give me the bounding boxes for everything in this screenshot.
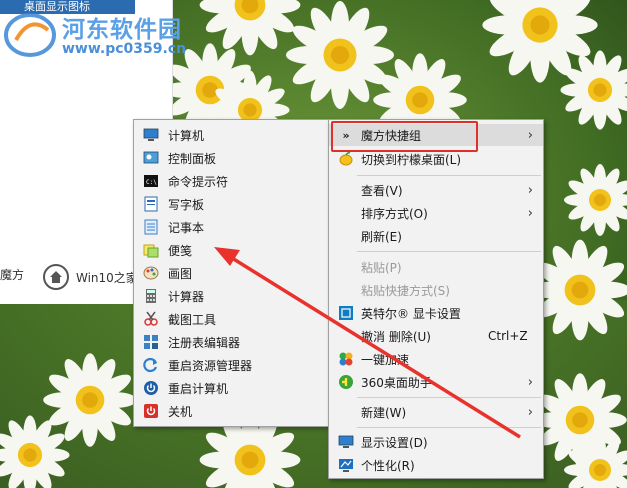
ctx-label: 排序方式(O) bbox=[361, 206, 428, 221]
ctx-label: 新建(W) bbox=[361, 405, 407, 420]
ctx-label: 粘贴快捷方式(S) bbox=[361, 283, 450, 298]
registry-editor-icon bbox=[143, 334, 159, 350]
submenu-item-computer[interactable]: 计算机 bbox=[134, 124, 329, 146]
chevron-right-icon: › bbox=[527, 205, 533, 221]
submenu-label: 注册表编辑器 bbox=[168, 335, 241, 350]
ctx-item-speedup[interactable]: 一键加速 bbox=[329, 348, 543, 370]
chevron-right-icon: › bbox=[527, 374, 533, 390]
submenu-item-cmd[interactable]: C:\ 命令提示符 bbox=[134, 170, 329, 192]
home-label[interactable]: Win10之家 bbox=[76, 269, 138, 286]
ctx-item-refresh[interactable]: 刷新(E) bbox=[329, 225, 543, 247]
ctx-label: 一键加速 bbox=[361, 352, 410, 367]
submenu-item-snipping-tool[interactable]: 截图工具 bbox=[134, 308, 329, 330]
chevron-right-icon: › bbox=[527, 182, 533, 198]
highlight-box bbox=[331, 121, 478, 152]
chevron-right-icon: › bbox=[527, 127, 533, 143]
ctx-label: 查看(V) bbox=[361, 183, 403, 198]
ctx-item-undo-delete[interactable]: 撤消 删除(U) Ctrl+Z bbox=[329, 325, 543, 347]
ctx-item-paste[interactable]: 粘贴(P) bbox=[329, 256, 543, 278]
submenu-item-control-panel[interactable]: 控制面板 bbox=[134, 147, 329, 169]
menu-separator bbox=[357, 175, 541, 176]
paint-icon bbox=[143, 265, 159, 281]
svg-text:C:\: C:\ bbox=[146, 179, 157, 186]
ctx-item-view[interactable]: 查看(V) › bbox=[329, 179, 543, 201]
ctx-label: 切换到柠檬桌面(L) bbox=[361, 152, 462, 167]
control-panel-icon bbox=[143, 150, 159, 166]
ctx-label: 英特尔® 显卡设置 bbox=[361, 306, 461, 321]
submenu-label: 写字板 bbox=[168, 197, 205, 212]
ctx-item-intel-graphics[interactable]: 英特尔® 显卡设置 bbox=[329, 302, 543, 324]
computer-icon bbox=[143, 127, 159, 143]
menu-separator bbox=[357, 251, 541, 252]
personalize-icon bbox=[338, 457, 354, 473]
ctx-label: 刷新(E) bbox=[361, 229, 402, 244]
submenu-label: 记事本 bbox=[168, 220, 205, 235]
submenu-item-calculator[interactable]: 计算器 bbox=[134, 285, 329, 307]
submenu-label: 命令提示符 bbox=[168, 174, 229, 189]
submenu-item-sticky-notes[interactable]: 便笺 bbox=[134, 239, 329, 261]
chevron-right-icon: › bbox=[527, 404, 533, 420]
desktop-context-menu: » 魔方快捷组 › 切换到柠檬桌面(L) 查看(V) › 排序方式(O) › 刷… bbox=[328, 119, 544, 479]
ctx-item-360-desktop[interactable]: 360桌面助手 › bbox=[329, 371, 543, 393]
display-settings-icon bbox=[338, 434, 354, 450]
watermark-site-name: 河东软件园 bbox=[62, 16, 182, 43]
desktop-assistant-icon bbox=[338, 374, 354, 390]
ctx-item-new[interactable]: 新建(W) › bbox=[329, 401, 543, 423]
ctx-item-sort-by[interactable]: 排序方式(O) › bbox=[329, 202, 543, 224]
ctx-item-display-settings[interactable]: 显示设置(D) bbox=[329, 431, 543, 453]
ctx-label: 粘贴(P) bbox=[361, 260, 402, 275]
submenu-label: 便笺 bbox=[168, 243, 193, 258]
ctx-label: 个性化(R) bbox=[361, 458, 415, 473]
submenu-item-restart-computer[interactable]: 重启计算机 bbox=[134, 377, 329, 399]
lemon-icon bbox=[338, 151, 354, 167]
notepad-icon bbox=[143, 219, 159, 235]
background-label: 魔方 bbox=[0, 268, 25, 282]
submenu-label: 画图 bbox=[168, 266, 193, 281]
sticky-notes-icon bbox=[143, 242, 159, 258]
submenu-label: 关机 bbox=[168, 404, 193, 419]
shortcut-label: Ctrl+Z bbox=[488, 329, 528, 343]
submenu-label: 重启资源管理器 bbox=[168, 358, 253, 373]
speedup-icon bbox=[338, 351, 354, 367]
restart-computer-icon bbox=[143, 380, 159, 396]
submenu-item-restart-explorer[interactable]: 重启资源管理器 bbox=[134, 354, 329, 376]
ctx-item-paste-shortcut[interactable]: 粘贴快捷方式(S) bbox=[329, 279, 543, 301]
snipping-tool-icon bbox=[143, 311, 159, 327]
intel-graphics-icon bbox=[338, 305, 354, 321]
submenu-item-paint[interactable]: 画图 bbox=[134, 262, 329, 284]
submenu-item-regedit[interactable]: 注册表编辑器 bbox=[134, 331, 329, 353]
quick-group-submenu: 计算机 控制面板 C:\ 命令提示符 写字板 记事本 便笺 画图 计算器 截图工… bbox=[133, 119, 330, 427]
wordpad-icon bbox=[143, 196, 159, 212]
command-prompt-icon: C:\ bbox=[143, 173, 159, 189]
shutdown-icon bbox=[143, 403, 159, 419]
ctx-label: 撤消 删除(U) bbox=[361, 329, 431, 344]
calculator-icon bbox=[143, 288, 159, 304]
submenu-label: 截图工具 bbox=[168, 312, 217, 327]
home-icon[interactable] bbox=[43, 264, 69, 290]
ctx-item-personalize[interactable]: 个性化(R) bbox=[329, 454, 543, 476]
ctx-label: 显示设置(D) bbox=[361, 435, 428, 450]
menu-separator bbox=[357, 397, 541, 398]
submenu-item-wordpad[interactable]: 写字板 bbox=[134, 193, 329, 215]
submenu-label: 计算器 bbox=[168, 289, 205, 304]
submenu-item-notepad[interactable]: 记事本 bbox=[134, 216, 329, 238]
menu-separator bbox=[357, 427, 541, 428]
ctx-label: 360桌面助手 bbox=[361, 375, 432, 390]
submenu-label: 计算机 bbox=[168, 128, 205, 143]
submenu-item-shutdown[interactable]: 关机 bbox=[134, 400, 329, 422]
submenu-label: 控制面板 bbox=[168, 151, 217, 166]
watermark-site-url: www.pc0359.cn bbox=[62, 41, 187, 57]
restart-explorer-icon bbox=[143, 357, 159, 373]
watermark-logo-icon bbox=[4, 13, 56, 57]
submenu-label: 重启计算机 bbox=[168, 381, 229, 396]
